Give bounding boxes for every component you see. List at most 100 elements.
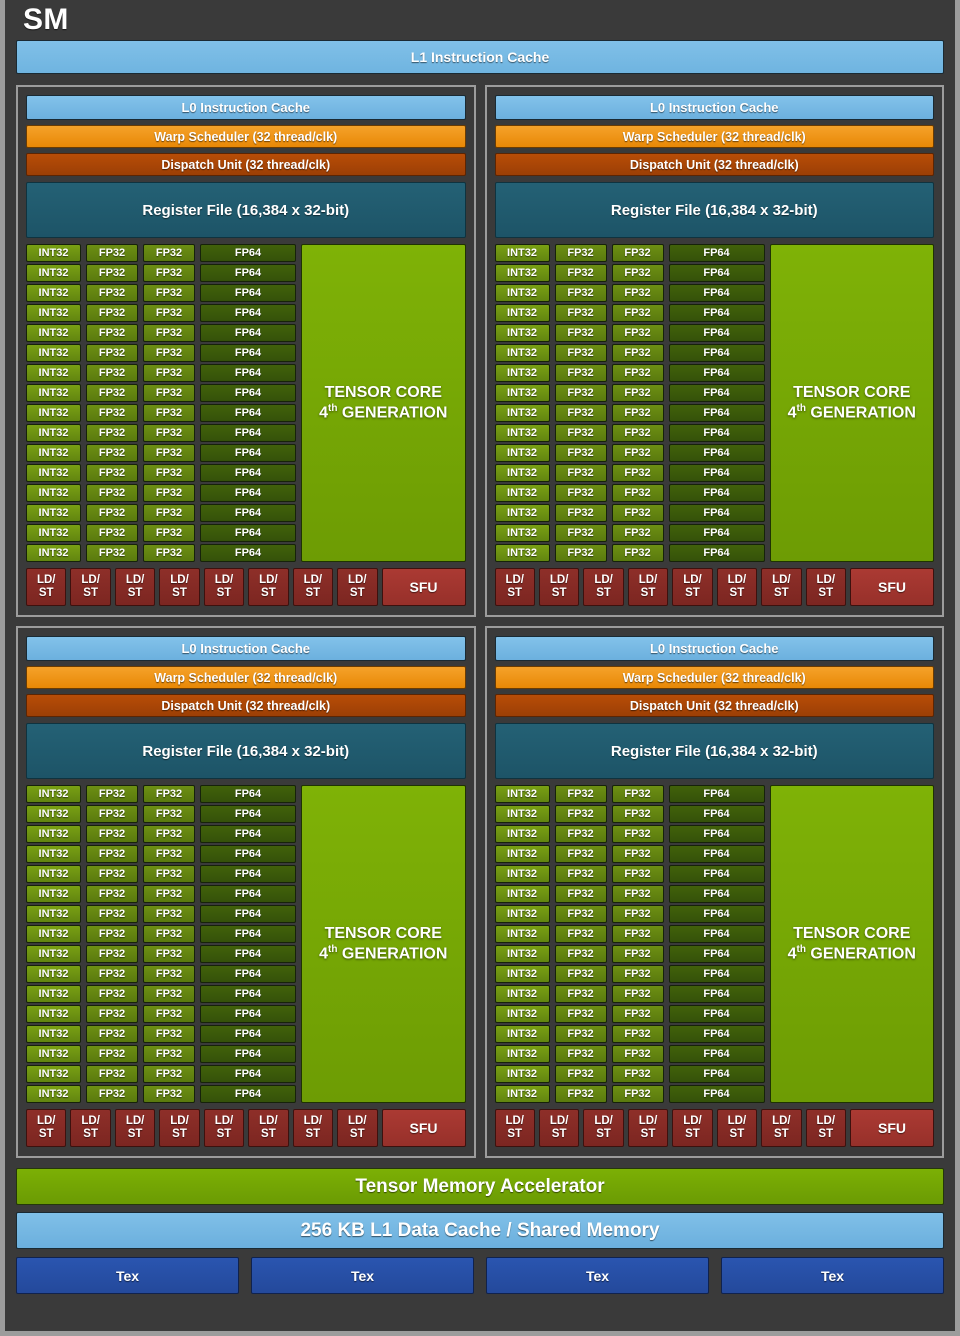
load-store-label-bottom: ST [127,1128,143,1140]
load-store-label-top: LD/ [348,573,367,586]
core-cell-fp32: FP32 [611,264,664,282]
core-cell-fp64: FP64 [668,1085,765,1103]
load-store-label-bottom: ST [172,587,187,599]
core-cell-fp64: FP64 [200,845,296,863]
core-cell-fp32: FP32 [86,925,138,943]
core-cell-int32: INT32 [26,404,81,422]
l0-instruction-cache-bar: L0 Instruction Cache [494,95,934,120]
core-cell-fp32: FP32 [86,544,138,562]
core-cell-fp64: FP64 [200,785,296,803]
core-cell-int32: INT32 [494,524,550,542]
core-cell-fp64: FP64 [668,324,765,342]
core-cell-fp32: FP32 [86,1065,138,1083]
load-store-label-top: LD/ [36,1114,56,1127]
load-store-unit: LD/ST [672,568,713,606]
load-store-label-top: LD/ [259,573,278,586]
core-cell-fp32: FP32 [554,905,607,923]
core-cell-fp64: FP64 [668,544,765,562]
core-cell-fp32: FP32 [143,945,195,963]
core-cell-fp32: FP32 [611,805,664,823]
core-cell-int32: INT32 [26,324,81,342]
tex-unit: Tex [721,1257,944,1294]
load-store-unit: LD/ST [494,1109,535,1147]
load-store-unit: LD/ST [538,1109,580,1147]
core-cell-int32: INT32 [494,484,550,502]
core-cell-fp32: FP32 [143,284,195,302]
load-store-unit: LD/ST [159,568,200,606]
load-store-label-bottom: ST [172,1128,187,1140]
core-cell-fp32: FP32 [143,304,195,322]
tensor-core-title: TENSOR CORE [324,383,442,401]
core-cell-fp64: FP64 [668,1065,765,1083]
core-cell-int32: INT32 [26,965,81,983]
load-store-label-bottom: ST [305,587,321,599]
dispatch-unit-bar: Dispatch Unit (32 thread/clk) [26,694,466,717]
load-store-label-bottom: ST [305,1128,321,1140]
core-cell-fp32: FP32 [611,464,664,482]
core-cell-fp32: FP32 [554,344,607,362]
load-store-unit: LD/ST [337,1109,378,1147]
core-cell-fp64: FP64 [200,524,296,542]
core-cell-fp32: FP32 [554,1005,607,1023]
core-cell-fp32: FP32 [611,304,664,322]
core-cell-fp32: FP32 [143,544,195,562]
tensor-core-panel: TENSOR CORE 4th GENERATION [769,244,934,562]
tensor-core-panel: TENSOR CORE 4th GENERATION [301,244,466,562]
load-store-unit: LD/ST [26,1109,67,1147]
tex-unit-row: Tex Tex Tex Tex [16,1257,944,1294]
core-cell-fp64: FP64 [668,945,765,963]
core-cell-fp64: FP64 [200,544,296,562]
load-store-label-bottom: ST [349,587,365,599]
tensor-core-generation-ordinal: th [328,943,338,955]
core-cell-fp32: FP32 [143,264,195,282]
processing-block-top-left: L0 Instruction Cache Warp Scheduler (32 t… [16,85,476,617]
load-store-unit-row: LD/ST LD/ST LD/ST LD/ST LD/ST LD/ST LD/ST LD/ST… [494,1109,934,1147]
register-file-bar: Register File (16,384 x 32-bit) [26,182,466,238]
fp32-core-column-b: FP32 FP32 FP32 FP32 FP32 FP32 FP32 FP32 FP32 FP32… [143,244,195,562]
core-cell-int32: INT32 [26,1065,81,1083]
load-store-unit: LD/ST [627,1109,669,1147]
core-cell-fp64: FP64 [668,985,765,1003]
tensor-core-generation: 4th GENERATION [319,403,447,423]
tensor-core-generation-number: 4 [319,404,328,422]
core-cell-int32: INT32 [26,1085,81,1103]
core-cell-fp32: FP32 [86,1045,138,1063]
core-area: INT32 INT32 INT32 INT32 INT32 INT32 INT32 INT32… [494,785,934,1103]
load-store-unit: LD/ST [627,568,669,606]
core-cell-fp64: FP64 [200,444,296,462]
load-store-label-top: LD/ [683,1114,702,1127]
core-cell-fp32: FP32 [143,785,195,803]
load-store-label-top: LD/ [36,573,56,586]
load-store-unit: LD/ST [248,1109,289,1147]
core-cell-fp32: FP32 [554,244,607,262]
tensor-core-generation-number: 4 [787,404,797,422]
core-cell-fp64: FP64 [200,805,296,823]
core-cell-fp32: FP32 [86,785,138,803]
core-cell-fp64: FP64 [668,925,765,943]
core-cell-int32: INT32 [26,805,81,823]
core-cell-fp32: FP32 [554,1065,607,1083]
load-store-unit: LD/ST [761,1109,802,1147]
load-store-label-top: LD/ [303,1114,323,1127]
core-cell-int32: INT32 [494,284,550,302]
core-cell-fp32: FP32 [611,1045,664,1063]
warp-scheduler-bar: Warp Scheduler (32 thread/clk) [26,125,466,148]
load-store-label-top: LD/ [348,1114,367,1127]
core-cell-int32: INT32 [494,344,550,362]
load-store-label-bottom: ST [685,587,700,599]
core-cell-int32: INT32 [26,885,81,903]
core-cell-fp64: FP64 [668,885,765,903]
load-store-unit: LD/ST [203,568,245,606]
core-cell-fp32: FP32 [86,344,138,362]
core-cell-int32: INT32 [26,785,81,803]
core-cell-fp32: FP32 [554,384,607,402]
core-cell-fp64: FP64 [668,464,765,482]
core-cell-fp32: FP32 [143,1045,195,1063]
core-cell-int32: INT32 [26,1025,81,1043]
tensor-core-generation-number: 4 [319,945,328,963]
l0-instruction-cache-bar: L0 Instruction Cache [26,95,466,120]
load-store-label-bottom: ST [551,1128,567,1140]
load-store-unit: LD/ST [583,568,624,606]
core-cell-fp64: FP64 [668,304,765,322]
core-cell-fp32: FP32 [143,424,195,442]
